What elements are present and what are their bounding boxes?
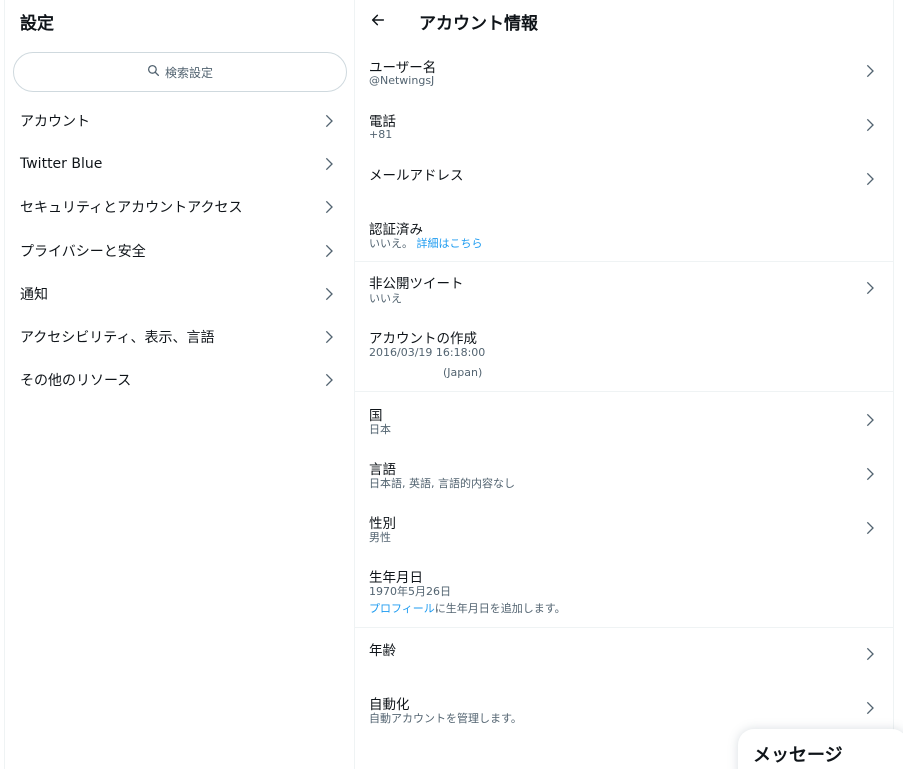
protected-tweets-label: 非公開ツイート xyxy=(369,276,464,292)
birthdate-note: プロフィールに生年月日を追加します。 xyxy=(369,600,566,616)
chevron-right-icon xyxy=(862,466,878,482)
chevron-right-icon xyxy=(321,286,337,302)
page-title: アカウント情報 xyxy=(419,14,538,34)
account-info-header: アカウント情報 xyxy=(355,0,894,42)
settings-item-resources[interactable]: その他のリソース xyxy=(5,359,354,402)
account-creation-label: アカウントの作成 xyxy=(369,331,477,347)
email-label: メールアドレス xyxy=(369,168,464,184)
settings-item-security[interactable]: セキュリティとアカウントアクセス xyxy=(5,186,354,229)
gender-value: 男性 xyxy=(369,531,391,544)
chevron-right-icon xyxy=(321,199,337,215)
country-row[interactable]: 国 日本 xyxy=(355,392,894,446)
messages-drawer[interactable]: メッセージ xyxy=(738,729,903,769)
verified-value-line: いいえ。 詳細はこちら xyxy=(369,235,483,251)
settings-item-label: セキュリティとアカウントアクセス xyxy=(20,200,243,217)
languages-row[interactable]: 言語 日本語, 英語, 言語的内容なし xyxy=(355,446,894,500)
chevron-right-icon xyxy=(321,156,337,172)
chevron-right-icon xyxy=(862,280,878,296)
username-label: ユーザー名 xyxy=(369,60,437,76)
search-placeholder: 検索設定 xyxy=(164,65,213,80)
email-row[interactable]: メールアドレス xyxy=(355,152,894,206)
phone-row[interactable]: 電話 +81 xyxy=(355,98,894,152)
verified-row: 認証済み いいえ。 詳細はこちら xyxy=(355,206,894,261)
phone-label: 電話 xyxy=(369,114,396,130)
settings-title: 設定 xyxy=(20,14,54,34)
settings-item-notifications[interactable]: 通知 xyxy=(5,272,354,315)
settings-item-label: 通知 xyxy=(20,286,48,303)
chevron-right-icon xyxy=(862,646,878,662)
protected-tweets-row[interactable]: 非公開ツイート いいえ xyxy=(355,262,894,316)
account-creation-date: 2016/03/19 16:18:00 xyxy=(369,346,486,359)
settings-item-label: Twitter Blue xyxy=(20,155,103,172)
protected-tweets-value: いいえ xyxy=(369,292,402,305)
settings-item-label: その他のリソース xyxy=(20,373,132,390)
account-creation-region: (Japan) xyxy=(443,366,483,379)
chevron-right-icon xyxy=(862,63,878,79)
verified-value: いいえ。 xyxy=(369,237,413,250)
username-value: @NetwingsJ xyxy=(369,74,435,87)
birthdate-note-text: に生年月日を追加します。 xyxy=(434,602,566,615)
settings-item-twitter-blue[interactable]: Twitter Blue xyxy=(5,142,354,185)
age-label: 年齢 xyxy=(369,643,396,659)
automation-row[interactable]: 自動化 自動アカウントを管理します。 xyxy=(355,682,894,736)
automation-value: 自動アカウントを管理します。 xyxy=(369,712,522,725)
settings-column: 設定 検索設定 アカウント Twitter Blue セキュリティとアカウントア… xyxy=(4,0,355,769)
settings-item-account[interactable]: アカウント xyxy=(5,99,354,142)
settings-item-privacy[interactable]: プライバシーと安全 xyxy=(5,229,354,272)
settings-item-accessibility[interactable]: アクセシビリティ、表示、言語 xyxy=(5,315,354,358)
search-icon xyxy=(147,64,160,80)
settings-menu: アカウント Twitter Blue セキュリティとアカウントアクセス プライバ… xyxy=(5,99,354,402)
languages-value: 日本語, 英語, 言語的内容なし xyxy=(369,477,515,490)
search-settings-input[interactable]: 検索設定 xyxy=(13,52,347,92)
phone-value: +81 xyxy=(369,128,393,141)
chevron-right-icon xyxy=(862,117,878,133)
chevron-right-icon xyxy=(862,412,878,428)
chevron-right-icon xyxy=(862,171,878,187)
account-creation-row: アカウントの作成 2016/03/19 16:18:00 (Japan) xyxy=(355,316,894,391)
birthdate-row: 生年月日 1970年5月26日 プロフィールに生年月日を追加します。 xyxy=(355,554,894,627)
birthdate-value: 1970年5月26日 xyxy=(369,585,451,598)
chevron-right-icon xyxy=(862,700,878,716)
account-info-column: アカウント情報 ユーザー名 @NetwingsJ 電話 +81 メールアドレス … xyxy=(355,0,894,769)
gender-row[interactable]: 性別 男性 xyxy=(355,500,894,554)
country-value: 日本 xyxy=(369,423,391,436)
chevron-right-icon xyxy=(862,520,878,536)
username-row[interactable]: ユーザー名 @NetwingsJ xyxy=(355,44,894,98)
arrow-left-icon[interactable] xyxy=(367,9,389,31)
learn-more-link[interactable]: 詳細はこちら xyxy=(417,237,483,250)
settings-item-label: アクセシビリティ、表示、言語 xyxy=(20,330,215,347)
messages-title: メッセージ xyxy=(753,745,843,766)
profile-link[interactable]: プロフィール xyxy=(369,602,435,615)
settings-item-label: プライバシーと安全 xyxy=(20,243,146,260)
age-row[interactable]: 年齢 xyxy=(355,628,894,682)
chevron-right-icon xyxy=(321,113,337,129)
settings-item-label: アカウント xyxy=(20,113,90,130)
chevron-right-icon xyxy=(321,372,337,388)
chevron-right-icon xyxy=(321,243,337,259)
chevron-right-icon xyxy=(321,329,337,345)
